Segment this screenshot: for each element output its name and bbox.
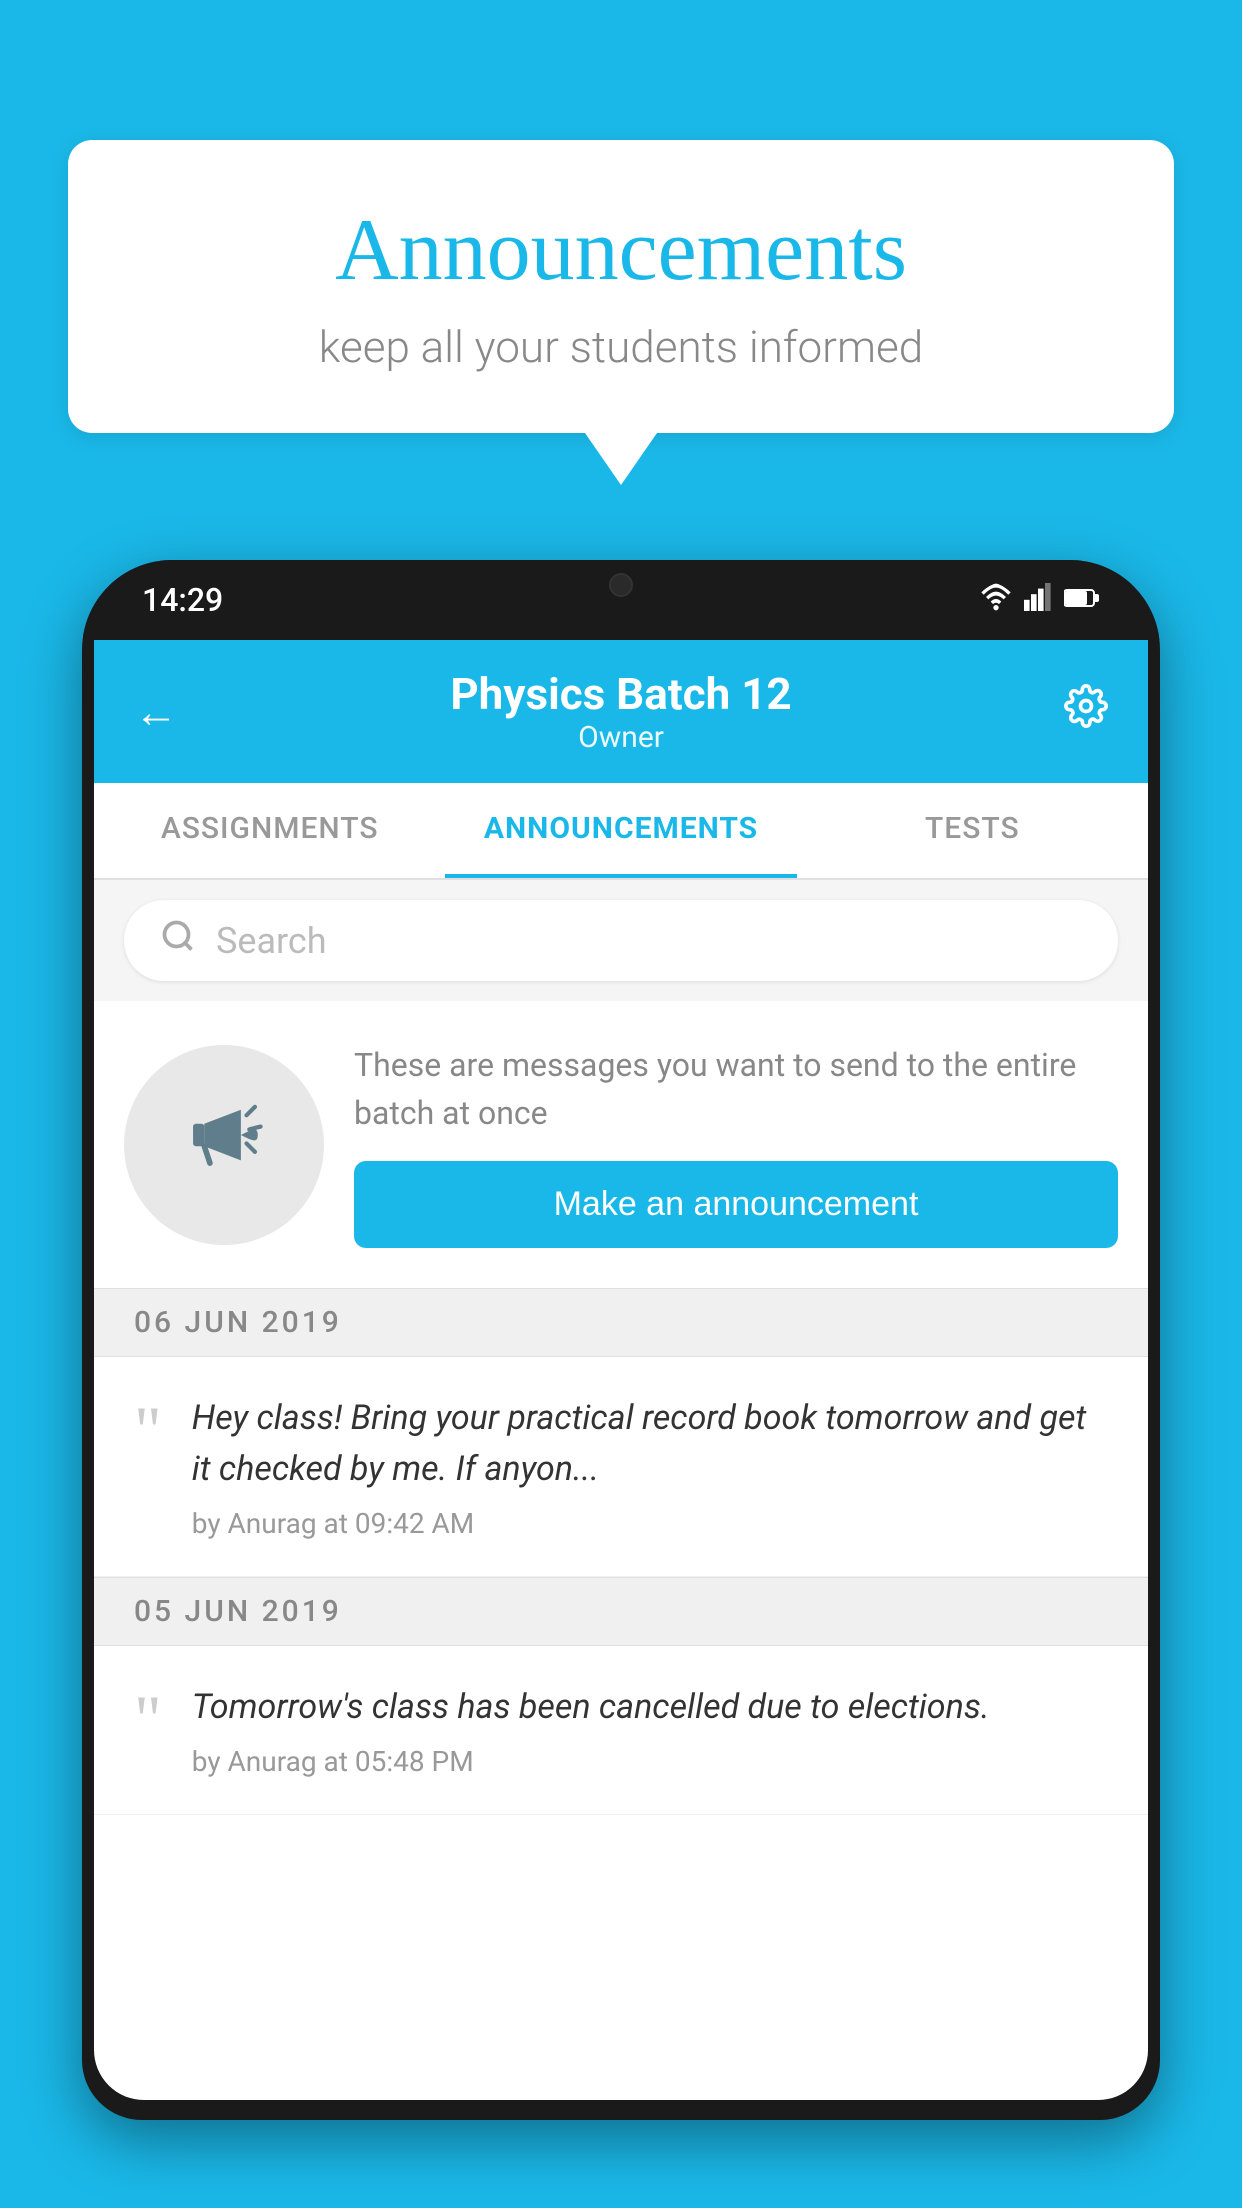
promo-right: These are messages you want to send to t… xyxy=(354,1041,1118,1248)
header-center: Physics Batch 12 Owner xyxy=(450,668,791,755)
announcement-content-2: Tomorrow's class has been cancelled due … xyxy=(192,1682,1108,1778)
quote-icon-2: " xyxy=(134,1682,162,1746)
speech-bubble-section: Announcements keep all your students inf… xyxy=(68,140,1174,485)
speech-bubble-tail xyxy=(585,433,657,485)
announcement-text-2: Tomorrow's class has been cancelled due … xyxy=(192,1682,1108,1733)
search-placeholder: Search xyxy=(216,920,327,962)
phone-mockup: 14:29 xyxy=(82,560,1160,2208)
tab-tests[interactable]: TESTS xyxy=(797,783,1148,878)
announcement-text-1: Hey class! Bring your practical record b… xyxy=(192,1393,1108,1495)
back-button[interactable]: ← xyxy=(134,686,178,738)
phone-frame: 14:29 xyxy=(82,560,1160,2120)
announcement-item-1[interactable]: " Hey class! Bring your practical record… xyxy=(94,1357,1148,1577)
announcement-item-2[interactable]: " Tomorrow's class has been cancelled du… xyxy=(94,1646,1148,1815)
header-title: Physics Batch 12 xyxy=(450,668,791,720)
quote-icon-1: " xyxy=(134,1393,162,1457)
app-header: ← Physics Batch 12 Owner xyxy=(94,640,1148,783)
battery-icon xyxy=(1064,584,1100,617)
date-separator-2: 05 JUN 2019 xyxy=(94,1577,1148,1646)
search-container: Search xyxy=(94,880,1148,1001)
announcement-meta-1: by Anurag at 09:42 AM xyxy=(192,1507,1108,1540)
tab-announcements[interactable]: ANNOUNCEMENTS xyxy=(445,783,796,878)
camera-dot xyxy=(609,573,633,597)
speech-bubble-card: Announcements keep all your students inf… xyxy=(68,140,1174,433)
bubble-title: Announcements xyxy=(148,200,1094,301)
search-icon xyxy=(160,918,196,963)
make-announcement-button[interactable]: Make an announcement xyxy=(354,1161,1118,1248)
megaphone-icon xyxy=(179,1090,269,1200)
tab-assignments[interactable]: ASSIGNMENTS xyxy=(94,783,445,878)
phone-screen: ← Physics Batch 12 Owner ASSIGNMENTS ANN… xyxy=(94,640,1148,2100)
promo-section: These are messages you want to send to t… xyxy=(94,1001,1148,1288)
search-bar[interactable]: Search xyxy=(124,900,1118,981)
announcement-meta-2: by Anurag at 05:48 PM xyxy=(192,1745,1108,1778)
header-subtitle: Owner xyxy=(450,720,791,755)
settings-button[interactable] xyxy=(1064,684,1108,739)
phone-top-bar: 14:29 xyxy=(82,560,1160,640)
tabs-bar: ASSIGNMENTS ANNOUNCEMENTS TESTS xyxy=(94,783,1148,880)
wifi-icon xyxy=(980,583,1012,618)
announcement-content-1: Hey class! Bring your practical record b… xyxy=(192,1393,1108,1540)
date-separator-1: 06 JUN 2019 xyxy=(94,1288,1148,1357)
promo-description: These are messages you want to send to t… xyxy=(354,1041,1118,1137)
phone-notch xyxy=(541,560,701,610)
promo-icon-circle xyxy=(124,1045,324,1245)
status-icons xyxy=(980,583,1100,618)
bubble-subtitle: keep all your students informed xyxy=(148,321,1094,373)
status-time: 14:29 xyxy=(142,581,223,619)
signal-icon xyxy=(1024,583,1052,618)
